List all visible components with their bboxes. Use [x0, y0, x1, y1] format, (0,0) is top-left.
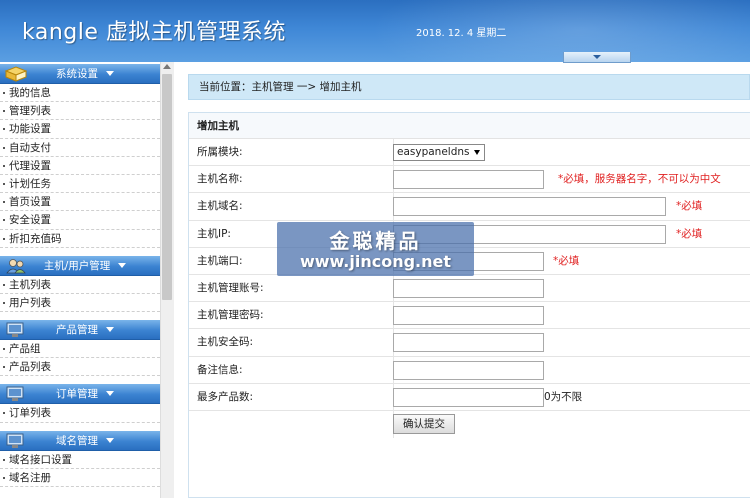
watermark: 金聪精品 www.jincong.net — [277, 222, 474, 276]
sidebar-item-admin-list[interactable]: 管理列表 — [0, 102, 160, 121]
sidebar-group-title: 域名管理 — [56, 434, 98, 447]
max-products-label: 最多产品数: — [197, 390, 254, 403]
sidebar-group-orders[interactable]: 订单管理 — [0, 384, 160, 405]
module-select-value: easypaneldns — [397, 146, 470, 158]
sidebar-item-security-settings[interactable]: 安全设置 — [0, 211, 160, 230]
sidebar-item-product-list[interactable]: 产品列表 — [0, 358, 160, 377]
host-domain-hint: *必填 — [676, 200, 703, 213]
sidebar-group-title: 订单管理 — [56, 388, 98, 401]
module-select[interactable]: easypaneldns — [393, 144, 485, 161]
sidebar-group-title: 系统设置 — [56, 68, 98, 80]
watermark-en: www.jincong.net — [299, 252, 452, 271]
form-row-password: 主机管理密码: — [189, 302, 750, 330]
sidebar-scroll-thumb[interactable] — [162, 74, 172, 300]
main-content: 当前位置：主机管理 一> 增加主机 增加主机 所属模块: easypaneldn… — [174, 62, 750, 498]
sidebar-item-host-list[interactable]: 主机列表 — [0, 276, 160, 294]
host-password-label: 主机管理密码: — [197, 309, 264, 322]
sidebar-group-title: 主机/用户管理 — [43, 259, 111, 272]
sidebar-item-product-group[interactable]: 产品组 — [0, 340, 160, 359]
host-security-label: 主机安全码: — [197, 336, 254, 349]
chevron-down-icon — [118, 262, 127, 268]
chevron-down-icon — [106, 437, 114, 443]
note-input[interactable] — [393, 360, 544, 380]
host-account-label: 主机管理账号: — [197, 281, 264, 294]
book-icon — [4, 66, 28, 82]
form-row-submit: 确认提交 — [189, 410, 750, 439]
host-name-label: 主机名称: — [197, 173, 243, 186]
scroll-up-icon[interactable] — [163, 64, 171, 69]
app-header: kangle 虚拟主机管理系统 2018. 12. 4 星期二 — [0, 0, 750, 62]
chevron-down-icon — [106, 391, 114, 397]
form-row-note: 备注信息: — [189, 356, 750, 384]
sidebar-item-home-settings[interactable]: 首页设置 — [0, 193, 160, 212]
form-row-security: 主机安全码: — [189, 329, 750, 357]
sidebar-item-domain-register[interactable]: 域名注册 — [0, 469, 160, 487]
sidebar-item-user-list[interactable]: 用户列表 — [0, 294, 160, 313]
sidebar-item-feature-settings[interactable]: 功能设置 — [0, 120, 160, 139]
chevron-down-icon — [593, 55, 601, 59]
monitor-icon — [6, 386, 24, 402]
sidebar-item-order-list[interactable]: 订单列表 — [0, 404, 160, 423]
submit-button[interactable]: 确认提交 — [393, 413, 455, 434]
host-password-input[interactable] — [393, 306, 544, 326]
host-account-input[interactable] — [393, 278, 544, 298]
form-title: 增加主机 — [189, 113, 750, 139]
host-ip-label: 主机IP: — [197, 227, 231, 240]
sidebar-group-domains[interactable]: 域名管理 — [0, 430, 160, 451]
chevron-down-icon — [474, 150, 480, 155]
host-name-input[interactable] — [393, 170, 544, 190]
module-label: 所属模块: — [197, 146, 243, 158]
max-products-hint: 0为不限 — [544, 390, 583, 403]
monitor-icon — [6, 322, 24, 338]
sidebar: 系统设置 我的信息 管理列表 功能设置 自动支付 代理设置 计划任务 首页设置 … — [0, 62, 160, 498]
host-domain-input[interactable] — [393, 197, 666, 217]
host-security-input[interactable] — [393, 333, 544, 353]
form-row-module: 所属模块: easypaneldns — [189, 139, 750, 167]
sidebar-group-system[interactable]: 系统设置 — [0, 64, 160, 84]
header-collapse-button[interactable] — [563, 52, 631, 63]
form-row-domain: 主机域名: *必填 — [189, 193, 750, 221]
host-port-label: 主机端口: — [197, 254, 243, 267]
host-domain-label: 主机域名: — [197, 200, 243, 213]
max-products-input[interactable] — [393, 387, 544, 407]
sidebar-item-my-info[interactable]: 我的信息 — [0, 84, 160, 103]
users-icon — [6, 258, 26, 274]
breadcrumb: 当前位置：主机管理 一> 增加主机 — [188, 74, 750, 100]
chevron-down-icon — [106, 327, 114, 333]
sidebar-group-title: 产品管理 — [56, 324, 98, 337]
note-label: 备注信息: — [197, 363, 243, 376]
sidebar-item-domain-api-settings[interactable]: 域名接口设置 — [0, 451, 160, 469]
sidebar-item-auto-pay[interactable]: 自动支付 — [0, 139, 160, 157]
form-row-max-products: 最多产品数: 0为不限 — [189, 383, 750, 411]
sidebar-item-discount-codes[interactable]: 折扣充值码 — [0, 230, 160, 248]
sidebar-item-scheduled-tasks[interactable]: 计划任务 — [0, 175, 160, 194]
header-date: 2018. 12. 4 星期二 — [416, 28, 507, 39]
host-name-hint: *必填，服务器名字，不可以为中文 — [558, 173, 721, 186]
sidebar-item-agent-settings[interactable]: 代理设置 — [0, 157, 160, 175]
host-ip-hint: *必填 — [676, 227, 703, 240]
app-title: kangle 虚拟主机管理系统 — [22, 20, 286, 45]
form-row-name: 主机名称: *必填，服务器名字，不可以为中文 — [189, 166, 750, 194]
monitor-icon — [6, 433, 24, 448]
sidebar-group-hosts-users[interactable]: 主机/用户管理 — [0, 255, 160, 276]
form-row-account: 主机管理账号: — [189, 274, 750, 303]
watermark-cn: 金聪精品 — [329, 229, 422, 253]
chevron-down-icon — [106, 71, 114, 76]
sidebar-group-products[interactable]: 产品管理 — [0, 320, 160, 341]
host-port-hint: *必填 — [553, 254, 580, 267]
add-host-form: 增加主机 所属模块: easypaneldns 主机名称: *必填，服务器名字，… — [188, 112, 750, 498]
